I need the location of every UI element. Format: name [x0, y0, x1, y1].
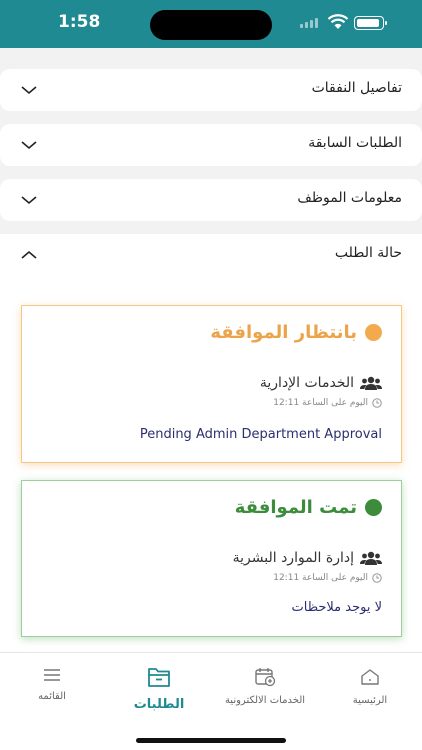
timestamp: اليوم على الساعة 12:11: [273, 398, 368, 408]
tab-label: الخدمات الالكترونية: [224, 695, 306, 706]
tab-bar: القائمه الطلبات الخدمات الالكترونية الرئ…: [0, 652, 422, 750]
home-indicator: [136, 738, 286, 743]
tab-requests[interactable]: الطلبات: [124, 665, 194, 712]
card-status-title: تمت الموافقة: [234, 497, 357, 518]
tab-label: الطلبات: [133, 697, 185, 712]
timestamp: اليوم على الساعة 12:11: [273, 573, 368, 583]
battery-icon: [354, 16, 387, 30]
signal-icon: [300, 18, 318, 28]
status-time: 1:58: [58, 12, 101, 32]
chevron-down-icon: [21, 196, 37, 205]
chevron-down-icon: [21, 141, 37, 150]
menu-icon: [44, 669, 60, 681]
status-dot-icon: [365, 324, 382, 341]
accordion-header[interactable]: حالة الطلب: [0, 234, 422, 276]
accordion-label: تفاصيل النفقات: [311, 80, 402, 96]
clock-icon: [372, 398, 382, 408]
request-status-card-pending: بانتظار الموافقة الخدمات الإدارية اليوم …: [21, 305, 402, 463]
accordion-label: الطلبات السابقة: [308, 135, 402, 151]
accordion-employee-info[interactable]: معلومات الموظف: [0, 179, 422, 221]
accordion-expense-details[interactable]: تفاصيل النفقات: [0, 69, 422, 111]
home-icon: [361, 669, 379, 685]
request-status-card-approved: تمت الموافقة إدارة الموارد البشرية اليوم…: [21, 480, 402, 637]
users-icon: [360, 376, 382, 390]
folder-icon: [148, 668, 170, 687]
tab-eservices[interactable]: الخدمات الالكترونية: [212, 667, 318, 706]
chevron-up-icon: [21, 250, 37, 259]
department-row: إدارة الموارد البشرية: [233, 550, 382, 566]
users-icon: [360, 551, 382, 565]
department-row: الخدمات الإدارية: [260, 375, 382, 391]
accordion-previous-requests[interactable]: الطلبات السابقة: [0, 124, 422, 166]
status-note: لا يوجد ملاحظات: [291, 600, 383, 615]
card-status-title: بانتظار الموافقة: [210, 322, 357, 343]
tab-label: القائمه: [38, 691, 66, 702]
tab-home[interactable]: الرئيسية: [340, 667, 400, 706]
accordion-label: حالة الطلب: [334, 245, 402, 261]
wifi-icon: [327, 14, 349, 29]
accordion-label: معلومات الموظف: [297, 190, 402, 206]
card-header: بانتظار الموافقة: [210, 322, 382, 343]
clock-icon: [372, 573, 382, 583]
chevron-down-icon: [21, 86, 37, 95]
department-name: الخدمات الإدارية: [259, 375, 354, 391]
timestamp-row: اليوم على الساعة 12:11: [273, 573, 382, 583]
status-dot-icon: [365, 499, 382, 516]
status-bar: 1:58: [0, 0, 422, 48]
tab-menu[interactable]: القائمه: [22, 667, 82, 702]
timestamp-row: اليوم على الساعة 12:11: [273, 398, 382, 408]
status-note: Pending Admin Department Approval: [139, 427, 382, 442]
dynamic-island: [150, 10, 272, 40]
calendar-add-icon: [255, 668, 276, 687]
tab-label: الرئيسية: [352, 695, 388, 706]
department-name: إدارة الموارد البشرية: [232, 550, 354, 566]
card-header: تمت الموافقة: [235, 497, 382, 518]
